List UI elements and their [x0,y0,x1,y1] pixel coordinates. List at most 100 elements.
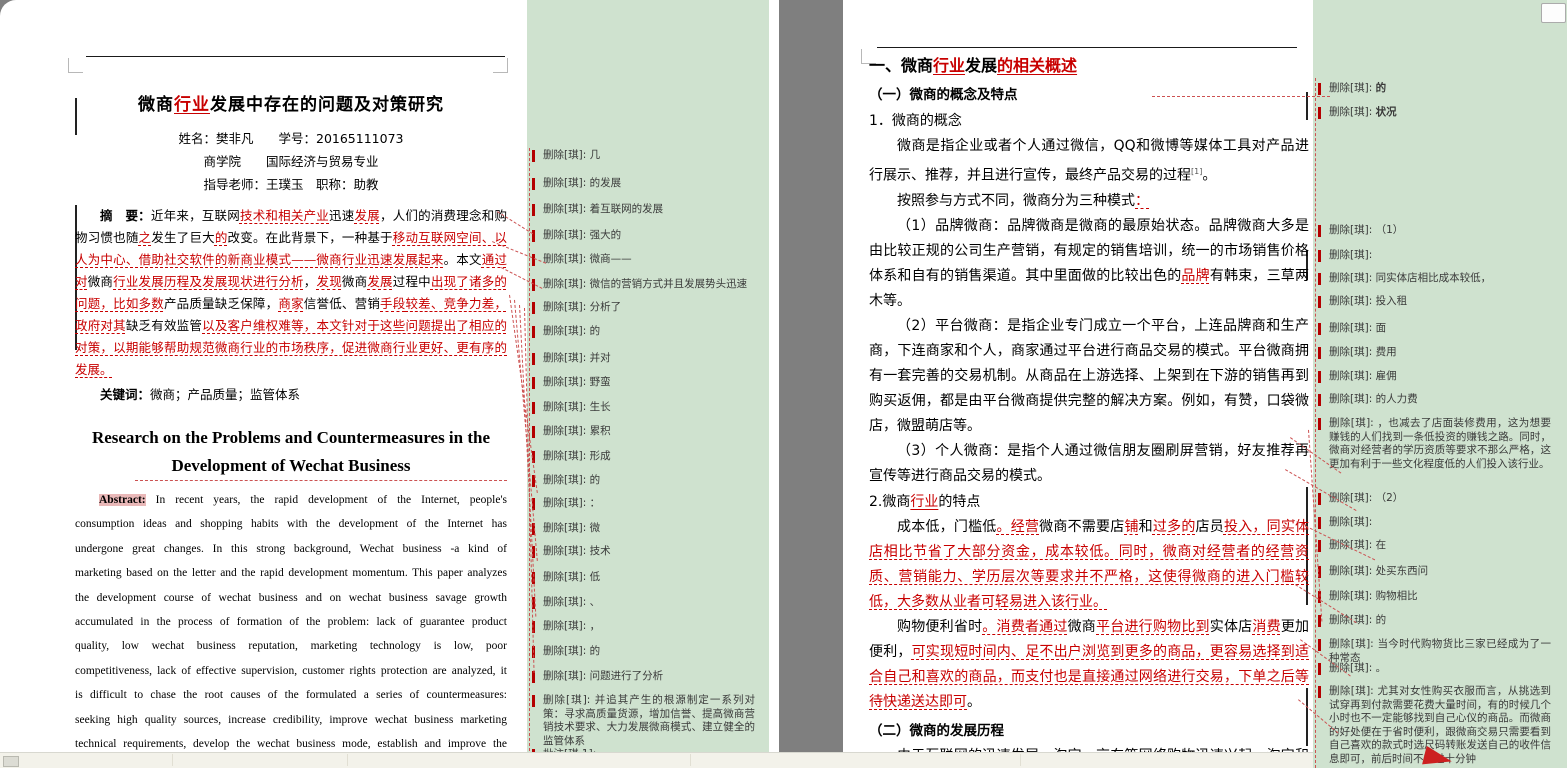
text-segment: 微商 [88,274,113,289]
abstract-cn: 摘 要：近年来，互联网技术和相关产业迅速发展，人们的消费理念和购物习惯也随之发生… [75,205,507,381]
deletion-balloon[interactable]: 删除[琪]: 处买东西问 [1329,565,1551,579]
page-1-content[interactable]: 微商行业发展中存在的问题及对策研究姓名：樊非凡 学号：20165111073商学… [75,0,507,752]
deletion-balloon[interactable]: 删除[琪]: ，也减去了店面装修费用，这为想要赚钱的人们找到一条低投资的赚钱之路… [1329,417,1551,471]
deletion-balloon[interactable]: 删除[琪]: 购物相比 [1329,590,1551,604]
deletion-balloon[interactable]: 删除[琪]: （2） [1329,492,1551,506]
deletion-balloon[interactable]: 删除[琪]: 微信的营销方式并且发展势头迅速 [543,278,755,292]
horizontal-scrollbar[interactable] [0,752,1313,768]
inserted-text: 。消费者通过 [982,619,1067,635]
deletion-balloon[interactable]: 删除[琪]: ： [543,497,755,511]
text-segment: 2.微商 [869,494,910,510]
revision-connector-line [135,480,507,481]
balloon-label: 删除[琪]: [1329,516,1372,528]
word-review-window: 微商行业发展中存在的问题及对策研究姓名：樊非凡 学号：20165111073商学… [0,0,1567,768]
inserted-text: 手段 [380,296,405,311]
deletion-balloon[interactable]: 删除[琪]: 强大的 [543,229,755,243]
deletion-balloon[interactable]: 删除[琪]: 雇佣 [1329,370,1551,384]
deletion-balloon[interactable]: 删除[琪]: 问题进行了分析 [543,670,755,684]
deletion-balloon[interactable]: 删除[琪]: 面 [1329,322,1551,336]
balloon-label: 删除[琪]: [543,253,590,265]
deletion-balloon[interactable]: 删除[琪]: 累积 [543,425,755,439]
deletion-balloon[interactable]: 删除[琪]: 状况 [1329,106,1551,120]
balloon-label: 删除[琪]: [1329,565,1376,577]
deletion-balloon[interactable]: 删除[琪]: （1） [1329,224,1551,238]
deletion-balloon[interactable]: 删除[琪]: 低 [543,571,755,585]
text-segment: 微商 [342,274,367,289]
subsection-heading: （一）微商的概念及特点 [869,82,1309,108]
text-segment: 指导老师：王璞玉 职称：助教 [203,177,378,192]
deletion-balloon[interactable]: 删除[琪]: 野蛮 [543,376,755,390]
balloon-deleted-text: ： [590,497,601,509]
deletion-balloon[interactable]: 删除[琪]: 投入租 [1329,295,1551,309]
deletion-balloon[interactable]: 删除[琪]: [1329,249,1551,263]
balloon-deleted-text: （1） [1376,224,1404,236]
deletion-balloon[interactable]: 删除[琪]: 的 [543,474,755,488]
text-segment: 发生了巨大 [151,230,215,245]
body-paragraph: 由于互联网的迅速发展，淘宝、京东等网络购物迅速兴起。淘宝和京东平台的款式多样化可… [869,744,1309,752]
deletion-balloon[interactable]: 删除[琪]: 。 [1329,662,1551,676]
vertical-scrollbar-button[interactable] [1541,3,1566,23]
deletion-balloon[interactable]: 删除[琪]: 费用 [1329,346,1551,360]
text-segment: 信誉低、营销 [304,296,380,311]
balloon-label: 删除[琪]: [1329,393,1376,405]
inserted-text: 发现 [316,274,341,289]
deletion-balloon[interactable]: 删除[琪]: 同实体店相比成本较低， [1329,272,1551,286]
deletion-balloon[interactable]: 删除[琪]: ， [543,620,755,634]
balloon-deleted-text: 在 [1376,539,1387,551]
deletion-balloon[interactable]: 删除[琪]: 在 [1329,539,1551,553]
deletion-balloon[interactable]: 删除[琪]: 分析了 [543,301,755,315]
balloon-deleted-text: 野蛮 [590,376,611,388]
balloon-label: 删除[琪]: [543,352,590,364]
text-segment: 1．微商的概念 [869,113,962,129]
balloon-deleted-text: 同实体店相比成本较低， [1376,272,1492,284]
text-segment: Abstract: [99,494,146,506]
balloon-deleted-text: 技术 [590,545,611,557]
page-2: 一、微商行业发展的相关概述（一）微商的概念及特点1．微商的概念微商是指企业或者个… [843,0,1313,752]
deletion-balloon[interactable]: 删除[琪]: 的 [1329,614,1551,628]
deletion-balloon[interactable]: 删除[琪]: 并追其产生的根源制定一系列对策：寻求高质量货源，增加信誉、提高微商… [543,694,755,748]
body-paragraph: 微商是指企业或者个人通过微信，QQ和微博等媒体工具对产品进行展示、推荐，并且进行… [869,134,1309,189]
deletion-balloon[interactable]: 删除[琪]: 形成 [543,450,755,464]
text-segment: 发展 [965,56,997,75]
advisor-line: 指导老师：王璞玉 职称：助教 [75,173,507,196]
balloon-deleted-text: ， [590,620,601,632]
balloon-label: 删除[琪]: [1329,224,1376,236]
deletion-balloon[interactable]: 删除[琪]: 的人力费 [1329,393,1551,407]
deletion-balloon[interactable]: 删除[琪]: 技术 [543,545,755,559]
scrollbar-thumb[interactable] [3,756,19,767]
inserted-text: 品牌 [1181,268,1209,284]
balloon-label: 删除[琪]: [543,376,590,388]
balloon-label: 删除[琪]: [543,177,590,189]
balloon-deleted-text: 的 [590,474,601,486]
deletion-balloon[interactable]: 删除[琪]: 几 [543,149,755,163]
deletion-balloon[interactable]: 删除[琪]: 的 [543,325,755,339]
balloon-label: 删除[琪]: [1329,590,1376,602]
text-segment: 。 [1202,168,1216,184]
page-2-content[interactable]: 一、微商行业发展的相关概述（一）微商的概念及特点1．微商的概念微商是指企业或者个… [869,0,1309,752]
deletion-balloon[interactable]: 删除[琪]: 着互联网的发展 [543,203,755,217]
deletion-balloon[interactable]: 删除[琪]: 微 [543,522,755,536]
inserted-text: ： [1135,193,1149,209]
deletion-balloon[interactable]: 删除[琪]: 的 [543,645,755,659]
scrollbar-divider [690,754,691,766]
deletion-balloon[interactable]: 删除[琪]: 微商—— [543,253,755,267]
inserted-text: 消费 [1252,619,1280,635]
balloon-label: 删除[琪]: [1329,106,1376,118]
text-segment: 近年来，互联网 [151,208,240,223]
deletion-balloon[interactable]: 删除[琪]: 并对 [543,352,755,366]
inserted-text: 的 [215,230,228,245]
balloon-deleted-text: 问题进行了分析 [590,670,664,682]
balloon-label: 删除[琪]: [543,203,590,215]
text-segment: 一、微商 [869,56,933,75]
balloon-deleted-text: 并对 [590,352,611,364]
balloon-deleted-text: 几 [590,149,601,161]
deletion-balloon[interactable]: 删除[琪]: 、 [543,596,755,610]
deletion-balloon[interactable]: 删除[琪]: 生长 [543,401,755,415]
deletion-balloon[interactable]: 删除[琪]: 的发展 [543,177,755,191]
inserted-text: 政府对其 [75,318,126,333]
deletion-balloon[interactable]: 删除[琪]: 当今时代购物货比三家已经成为了一种常态 [1329,638,1551,665]
balloon-deleted-text: 购物相比 [1376,590,1418,602]
deletion-balloon[interactable]: 删除[琪]: [1329,516,1551,530]
deletion-balloon[interactable]: 删除[琪]: 的 [1329,82,1551,96]
text-segment: 商学院 国际经济与贸易专业 [203,154,378,169]
